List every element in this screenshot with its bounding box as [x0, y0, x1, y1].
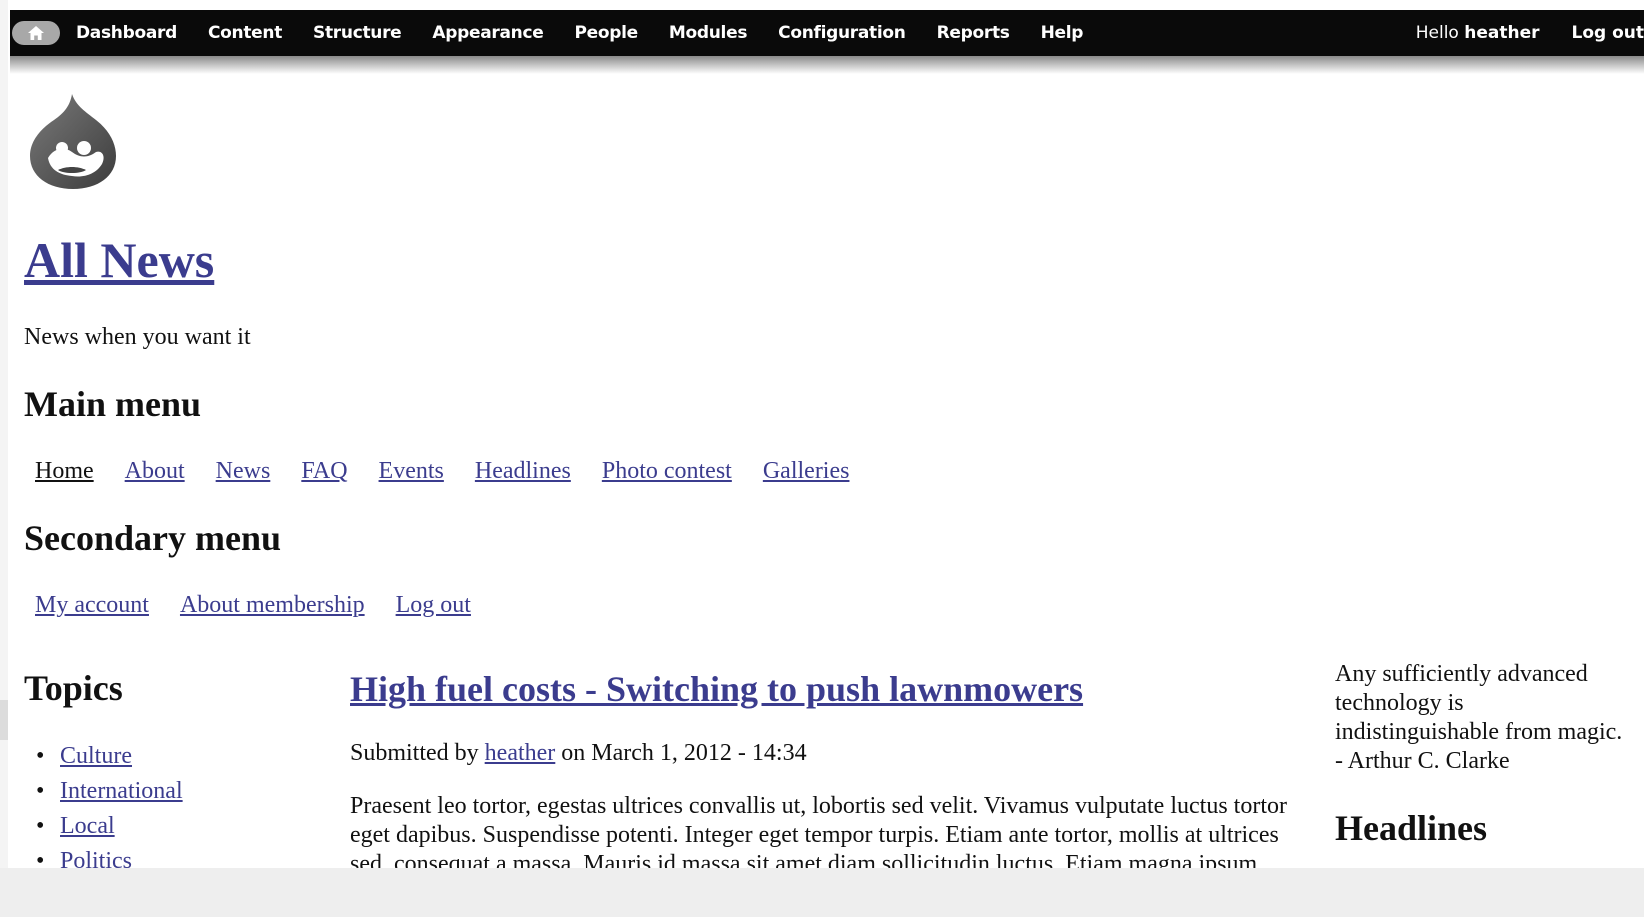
topics-item-local[interactable]: Local [36, 810, 183, 845]
drupal-drop-icon [30, 94, 116, 189]
toolbar-item-configuration[interactable]: Configuration [778, 23, 906, 43]
greeting-prefix: Hello [1415, 23, 1465, 43]
main-menu-item-headlines[interactable]: Headlines [475, 458, 571, 485]
toolbar-item-reports[interactable]: Reports [937, 23, 1010, 43]
article-body: Praesent leo tortor, egestas ultrices co… [350, 792, 1310, 879]
main-menu-link-galleries[interactable]: Galleries [763, 458, 850, 484]
site-name-link[interactable]: All News [24, 232, 214, 288]
secondary-menu-item-log-out[interactable]: Log out [396, 592, 471, 619]
main-menu-link-news[interactable]: News [216, 458, 271, 484]
quote-line: indistinguishable from magic. [1335, 719, 1623, 745]
main-menu-item-events[interactable]: Events [379, 458, 444, 485]
main-menu-link-headlines[interactable]: Headlines [475, 458, 571, 484]
site-logo[interactable] [28, 92, 118, 197]
secondary-menu-link-my-account[interactable]: My account [35, 592, 149, 618]
toolbar-item-appearance[interactable]: Appearance [432, 23, 543, 43]
toolbar-user-area: Hello heather Log out [1416, 10, 1644, 56]
topics-link-local[interactable]: Local [60, 813, 115, 839]
article-submitted-meta: Submitted by heather on March 1, 2012 - … [350, 740, 807, 767]
main-menu-link-home[interactable]: Home [35, 458, 94, 484]
toolbar-menu: Dashboard Content Structure Appearance P… [76, 10, 1114, 56]
secondary-menu-item-my-account[interactable]: My account [35, 592, 149, 619]
toolbar-item-content[interactable]: Content [208, 23, 282, 43]
toolbar-username[interactable]: heather [1464, 23, 1539, 43]
quote-line: technology is [1335, 690, 1464, 716]
site-name[interactable]: All News [24, 232, 214, 288]
toolbar-item-people[interactable]: People [574, 23, 638, 43]
main-menu-link-faq[interactable]: FAQ [301, 458, 347, 484]
main-menu-link-about[interactable]: About [125, 458, 185, 484]
window-bottom-edge [0, 868, 1644, 917]
main-menu-item-photo-contest[interactable]: Photo contest [602, 458, 732, 485]
main-menu-item-news[interactable]: News [216, 458, 271, 485]
article-body-line: eget dapibus. Suspendisse potenti. Integ… [350, 822, 1279, 848]
article-title[interactable]: High fuel costs - Switching to push lawn… [350, 668, 1083, 710]
topics-link-culture[interactable]: Culture [60, 743, 132, 769]
secondary-menu-heading: Secondary menu [24, 518, 282, 558]
page-left-edge-marker [0, 700, 8, 740]
topics-link-international[interactable]: International [60, 778, 183, 804]
secondary-menu-link-log-out[interactable]: Log out [396, 592, 471, 618]
secondary-menu-item-about-membership[interactable]: About membership [180, 592, 365, 619]
main-menu-item-galleries[interactable]: Galleries [763, 458, 850, 485]
secondary-menu: My account About membership Log out [35, 592, 502, 619]
quote-block: Any sufficiently advanced technology is … [1335, 660, 1644, 776]
topics-item-international[interactable]: International [36, 775, 183, 810]
article-author-link[interactable]: heather [485, 740, 556, 766]
secondary-menu-link-about-membership[interactable]: About membership [180, 592, 365, 618]
admin-toolbar: Dashboard Content Structure Appearance P… [10, 10, 1644, 56]
quote-attribution: - Arthur C. Clarke [1335, 748, 1510, 774]
quote-line: Any sufficiently advanced [1335, 661, 1588, 687]
main-menu-item-home[interactable]: Home [35, 458, 94, 485]
toolbar-item-structure[interactable]: Structure [313, 23, 402, 43]
main-menu-link-photo-contest[interactable]: Photo contest [602, 458, 732, 484]
headlines-heading: Headlines [1335, 808, 1488, 848]
main-menu: Home About News FAQ Events Headlines Pho… [35, 458, 880, 485]
article-body-line: Praesent leo tortor, egestas ultrices co… [350, 793, 1287, 819]
home-button[interactable] [12, 21, 60, 45]
main-menu-item-about[interactable]: About [125, 458, 185, 485]
site-slogan: News when you want it [24, 324, 251, 350]
toolbar-item-help[interactable]: Help [1041, 23, 1084, 43]
page-left-edge [0, 0, 8, 917]
home-icon [28, 26, 44, 40]
main-menu-heading: Main menu [24, 384, 202, 424]
toolbar-greeting: Hello heather [1416, 23, 1540, 43]
topics-item-culture[interactable]: Culture [36, 740, 183, 775]
submitted-prefix: Submitted by [350, 740, 485, 766]
toolbar-item-dashboard[interactable]: Dashboard [76, 23, 177, 43]
topics-heading: Topics [24, 668, 123, 708]
article-title-link[interactable]: High fuel costs - Switching to push lawn… [350, 669, 1083, 709]
main-menu-item-faq[interactable]: FAQ [301, 458, 347, 485]
toolbar-logout-link[interactable]: Log out [1571, 23, 1644, 43]
toolbar-shadow [10, 56, 1644, 74]
main-menu-link-events[interactable]: Events [379, 458, 444, 484]
topics-list: Culture International Local Politics [36, 740, 183, 880]
submitted-date: on March 1, 2012 - 14:34 [555, 740, 807, 766]
toolbar-item-modules[interactable]: Modules [669, 23, 748, 43]
